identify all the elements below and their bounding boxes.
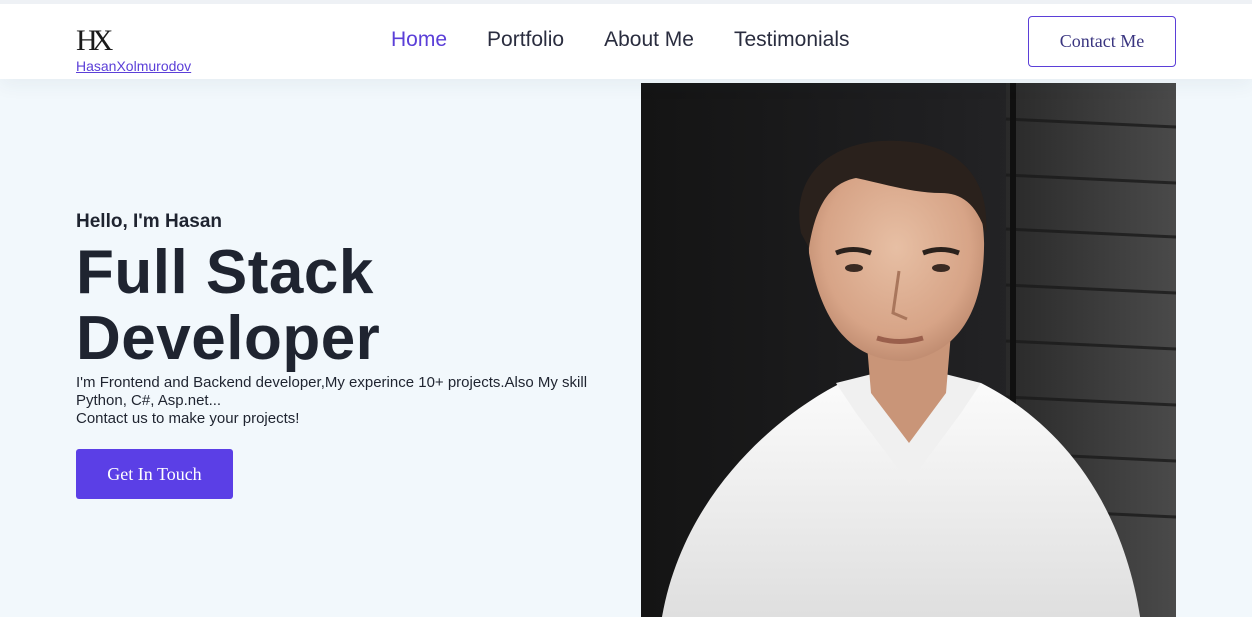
nav-portfolio[interactable]: Portfolio bbox=[487, 28, 564, 52]
headline-line-1: Full Stack bbox=[76, 238, 374, 307]
description-line-3: Contact us to make your projects! bbox=[76, 410, 300, 427]
hero-intro: Hello, I'm Hasan Full Stack Developer I'… bbox=[76, 210, 596, 499]
hero-portrait-photo bbox=[641, 83, 1176, 617]
hero-greeting: Hello, I'm Hasan bbox=[76, 211, 223, 232]
main-nav: Home Portfolio About Me Testimonials bbox=[391, 28, 850, 52]
logo-link[interactable]: HX HasanXolmurodov bbox=[76, 24, 192, 75]
nav-testimonials[interactable]: Testimonials bbox=[734, 28, 850, 52]
description-line-1: I'm Frontend and Backend developer,My ex… bbox=[76, 374, 588, 391]
nav-home[interactable]: Home bbox=[391, 28, 447, 52]
logo-name: HasanXolmurodov bbox=[76, 58, 192, 74]
portrait-illustration bbox=[641, 83, 1176, 617]
contact-me-button[interactable]: Contact Me bbox=[1028, 16, 1176, 67]
hero-headline: Full Stack Developer bbox=[76, 240, 596, 372]
get-in-touch-button[interactable]: Get In Touch bbox=[76, 449, 233, 499]
site-header: HX HasanXolmurodov Home Portfolio About … bbox=[0, 4, 1252, 79]
headline-line-2: Developer bbox=[76, 304, 381, 373]
hero-description: I'm Frontend and Backend developer,My ex… bbox=[76, 374, 596, 428]
nav-about-me[interactable]: About Me bbox=[604, 28, 694, 52]
page: HX HasanXolmurodov Home Portfolio About … bbox=[0, 4, 1252, 617]
description-line-2: Python, C#, Asp.net... bbox=[76, 392, 222, 409]
logo-mark: HX bbox=[76, 24, 113, 57]
